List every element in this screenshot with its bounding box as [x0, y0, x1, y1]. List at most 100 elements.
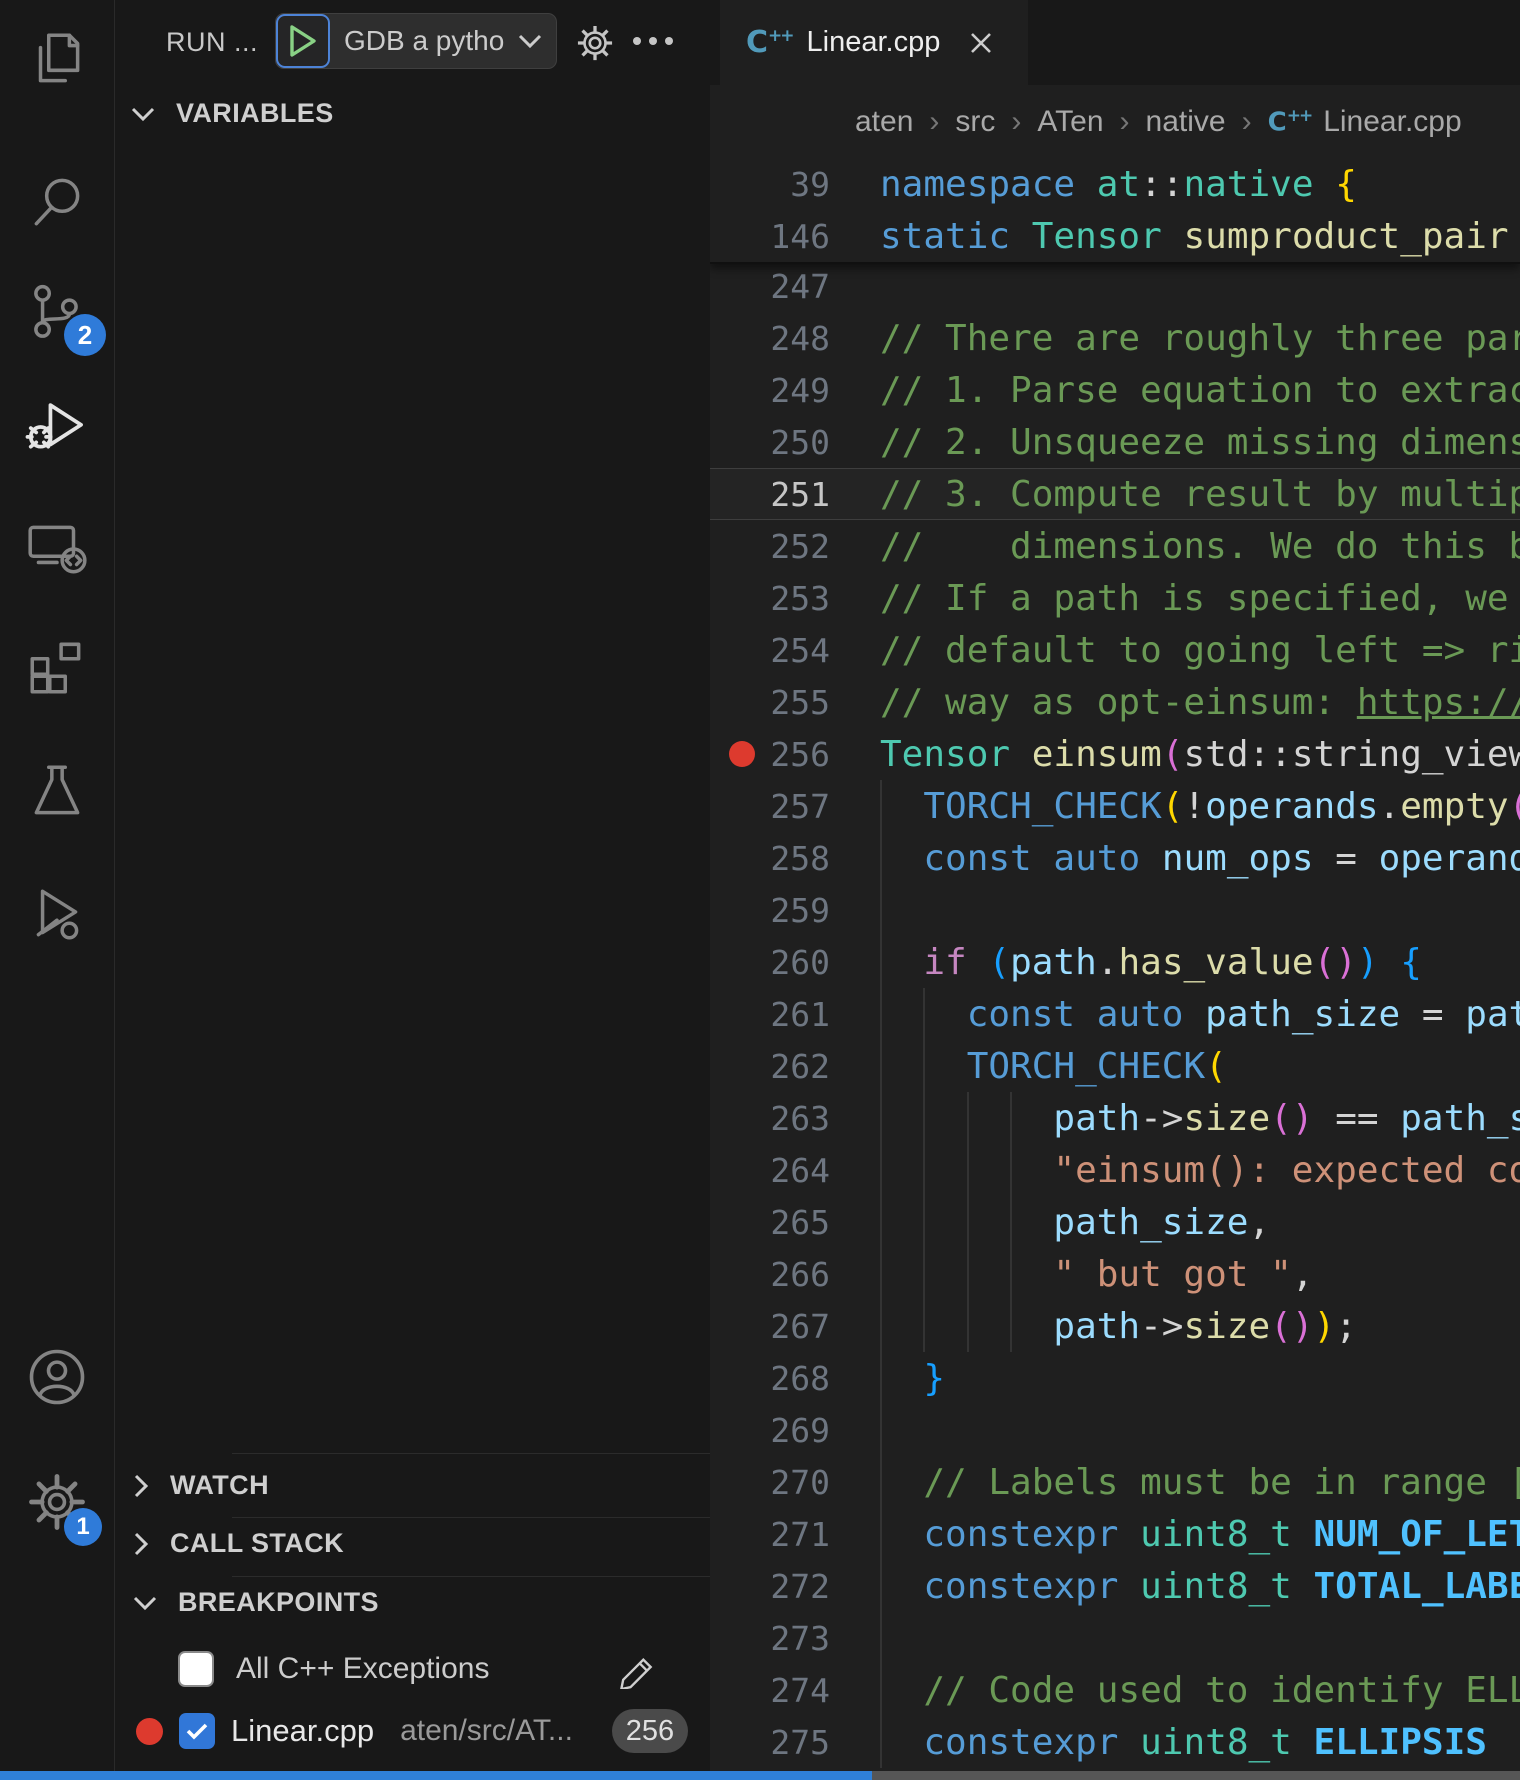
- code-line-258[interactable]: 258 const auto num_ops = operands: [710, 832, 1520, 884]
- code-line-272[interactable]: 272 constexpr uint8_t TOTAL_LABELS: [710, 1560, 1520, 1612]
- line-number[interactable]: 263: [710, 1099, 830, 1138]
- launch-config-dropdown[interactable]: GDB a pytho: [330, 14, 556, 68]
- code-line-251[interactable]: 251// 3. Compute result by multip: [710, 468, 1520, 520]
- line-number[interactable]: 248: [710, 319, 830, 358]
- remote-explorer-icon[interactable]: [0, 498, 114, 598]
- breadcrumb-item[interactable]: aten: [855, 105, 913, 139]
- line-number[interactable]: 262: [710, 1047, 830, 1086]
- code-line-259[interactable]: 259: [710, 884, 1520, 936]
- code-line-249[interactable]: 249// 1. Parse equation to extrac: [710, 364, 1520, 416]
- testing-flask-icon[interactable]: [0, 742, 114, 842]
- line-number[interactable]: 261: [710, 995, 830, 1034]
- code-text: // 2. Unsqueeze missing dimens: [880, 422, 1520, 463]
- code-line-255[interactable]: 255// way as opt-einsum: https://: [710, 676, 1520, 728]
- code-line-250[interactable]: 250 // 2. Unsqueeze missing dimens: [710, 416, 1520, 468]
- line-number[interactable]: 146: [710, 217, 830, 256]
- line-number[interactable]: 253: [710, 579, 830, 618]
- code-line-253[interactable]: 253// If a path is specified, we: [710, 572, 1520, 624]
- line-number[interactable]: 275: [710, 1723, 830, 1762]
- section-breakpoints[interactable]: BREAKPOINTS: [130, 1587, 379, 1618]
- line-number[interactable]: 250: [710, 423, 830, 462]
- code-line-266[interactable]: 266 " but got ",: [710, 1248, 1520, 1300]
- code-line-252[interactable]: 252// dimensions. We do this b: [710, 520, 1520, 572]
- source-control-icon[interactable]: 2: [0, 264, 114, 364]
- explorer-icon[interactable]: [0, 10, 114, 110]
- code-line-274[interactable]: 274 // Code used to identify ELL: [710, 1664, 1520, 1716]
- run-and-debug-icon[interactable]: [0, 377, 114, 477]
- code-line-248[interactable]: 248// There are roughly three par: [710, 312, 1520, 364]
- line-number[interactable]: 256: [710, 735, 830, 774]
- sticky-line-146[interactable]: 146static Tensor sumproduct_pair: [710, 210, 1520, 262]
- breadcrumb-file[interactable]: Linear.cpp: [1323, 105, 1461, 139]
- line-number[interactable]: 247: [710, 267, 830, 306]
- start-debugging-button[interactable]: [276, 14, 330, 68]
- code-line-264[interactable]: 264 "einsum(): expected contr: [710, 1144, 1520, 1196]
- breakpoint-linear-cpp[interactable]: Linear.cpp aten/src/AT... 256: [136, 1702, 706, 1760]
- comment-link[interactable]: https://: [1357, 682, 1520, 723]
- line-number[interactable]: 249: [710, 371, 830, 410]
- line-number[interactable]: 267: [710, 1307, 830, 1346]
- token-ty: Tensor: [1032, 216, 1162, 257]
- code-line-275[interactable]: 275 constexpr uint8_t ELLIPSIS: [710, 1716, 1520, 1768]
- line-number[interactable]: 268: [710, 1359, 830, 1398]
- code-line-256[interactable]: 256Tensor einsum(std::string_view: [710, 728, 1520, 780]
- line-number[interactable]: 266: [710, 1255, 830, 1294]
- breadcrumb-item[interactable]: native: [1146, 105, 1226, 139]
- line-number[interactable]: 271: [710, 1515, 830, 1554]
- code-line-271[interactable]: 271 constexpr uint8_t NUM_OF_LETTERS: [710, 1508, 1520, 1560]
- section-call-stack[interactable]: CALL STACK: [130, 1528, 344, 1559]
- code-line-247[interactable]: 247: [710, 260, 1520, 312]
- breakpoint-dot-icon[interactable]: [729, 741, 755, 767]
- line-number[interactable]: 272: [710, 1567, 830, 1606]
- code-line-273[interactable]: 273: [710, 1612, 1520, 1664]
- line-number[interactable]: 251: [710, 475, 830, 514]
- line-number[interactable]: 254: [710, 631, 830, 670]
- line-number[interactable]: 258: [710, 839, 830, 878]
- code-line-270[interactable]: 270 // Labels must be in range [: [710, 1456, 1520, 1508]
- line-number[interactable]: 259: [710, 891, 830, 930]
- line-number[interactable]: 273: [710, 1619, 830, 1658]
- line-number[interactable]: 270: [710, 1463, 830, 1502]
- line-number[interactable]: 269: [710, 1411, 830, 1450]
- token-pl: ,: [1292, 1254, 1314, 1295]
- code-line-267[interactable]: 267 path->size());: [710, 1300, 1520, 1352]
- code-line-260[interactable]: 260 if (path.has_value()) {: [710, 936, 1520, 988]
- more-actions-icon[interactable]: [631, 33, 675, 54]
- debug-settings-gear-icon[interactable]: [574, 22, 616, 69]
- tab-linear-cpp[interactable]: C++ Linear.cpp: [720, 0, 1028, 85]
- section-variables[interactable]: VARIABLES: [128, 98, 334, 129]
- line-number[interactable]: 39: [710, 165, 830, 204]
- breakpoint-all-cpp-exceptions[interactable]: All C++ Exceptions: [178, 1640, 698, 1698]
- close-icon[interactable]: [968, 30, 994, 56]
- code-line-269[interactable]: 269: [710, 1404, 1520, 1456]
- edit-pencil-icon[interactable]: [614, 1645, 658, 1694]
- code-line-254[interactable]: 254// default to going left => ri: [710, 624, 1520, 676]
- search-icon[interactable]: [0, 152, 114, 252]
- line-number[interactable]: 264: [710, 1151, 830, 1190]
- extensions-icon[interactable]: [0, 617, 114, 717]
- section-watch[interactable]: WATCH: [130, 1470, 269, 1501]
- breadcrumb-item[interactable]: ATen: [1037, 105, 1103, 139]
- code-line-268[interactable]: 268 }: [710, 1352, 1520, 1404]
- code-line-263[interactable]: 263 path->size() == path_s: [710, 1092, 1520, 1144]
- settings-gear-icon[interactable]: 1: [0, 1452, 114, 1552]
- line-number[interactable]: 257: [710, 787, 830, 826]
- custom-tool-icon[interactable]: [0, 864, 114, 964]
- breadcrumb-item[interactable]: src: [955, 105, 995, 139]
- code-line-261[interactable]: 261 const auto path_size = path: [710, 988, 1520, 1040]
- token-pl: [1314, 164, 1336, 205]
- line-number[interactable]: 252: [710, 527, 830, 566]
- checkbox-checked[interactable]: [179, 1713, 215, 1749]
- line-number[interactable]: 265: [710, 1203, 830, 1242]
- token-va: operands: [1379, 838, 1520, 879]
- accounts-icon[interactable]: [0, 1327, 114, 1427]
- line-number[interactable]: 274: [710, 1671, 830, 1710]
- code-line-265[interactable]: 265 path_size,: [710, 1196, 1520, 1248]
- sticky-line-39[interactable]: 39namespace at::native {: [710, 158, 1520, 210]
- line-number[interactable]: 255: [710, 683, 830, 722]
- line-number[interactable]: 260: [710, 943, 830, 982]
- code-line-262[interactable]: 262 TORCH_CHECK(: [710, 1040, 1520, 1092]
- code-editor[interactable]: 247248// There are roughly three par249/…: [710, 158, 1520, 1780]
- code-line-257[interactable]: 257 TORCH_CHECK(!operands.empty(): [710, 780, 1520, 832]
- checkbox-unchecked[interactable]: [178, 1651, 214, 1687]
